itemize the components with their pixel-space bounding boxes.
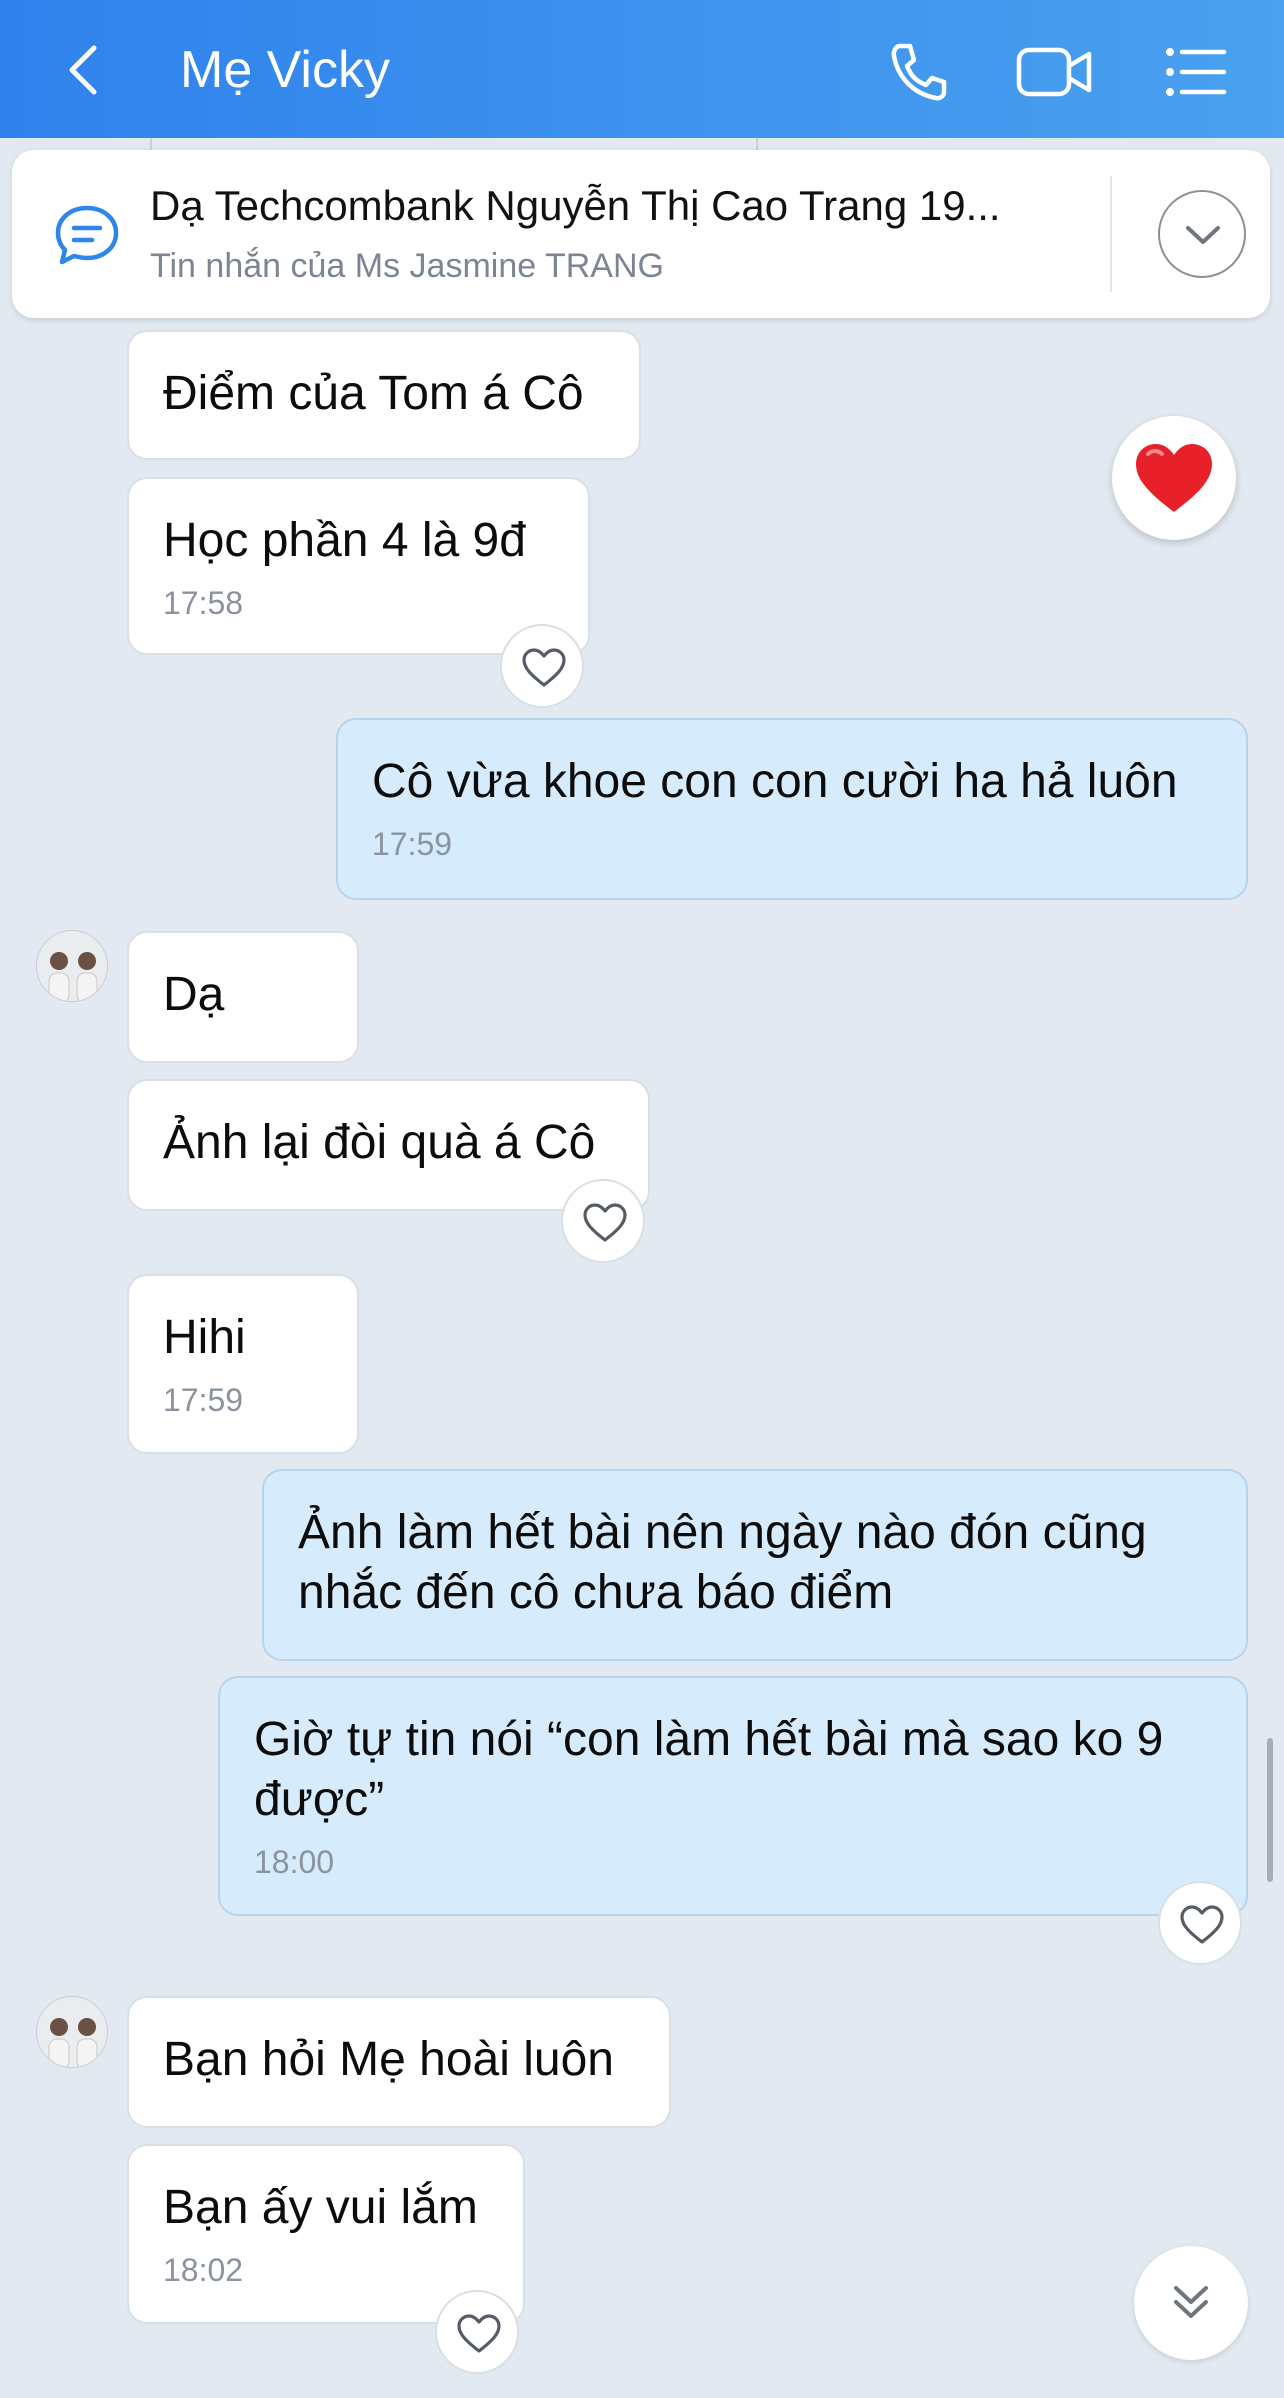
divider (150, 138, 152, 150)
scrollbar[interactable] (1267, 1738, 1273, 1882)
pinned-message-banner[interactable]: Dạ Techcombank Nguyễn Thị Cao Trang 19..… (12, 150, 1270, 318)
quick-heart-reaction[interactable] (1112, 416, 1236, 540)
pinned-message-text: Dạ Techcombank Nguyễn Thị Cao Trang 19..… (150, 182, 1001, 229)
heart-outline-icon (583, 1203, 627, 1242)
message-bubble[interactable]: Bạn hỏi Mẹ hoài luôn (127, 1996, 671, 2128)
chat-bubble-icon (52, 202, 122, 268)
message-text: Cô vừa khoe con con cười ha hả luôn (372, 755, 1178, 808)
message-text: Điểm của Tom á Cô (163, 367, 584, 420)
video-camera-icon (1016, 47, 1092, 97)
message-bubble[interactable]: Ảnh làm hết bài nên ngày nào đón cũng nh… (262, 1469, 1248, 1661)
message-text: Ảnh làm hết bài nên ngày nào đón cũng nh… (298, 1506, 1147, 1619)
options-menu-button[interactable] (1160, 36, 1232, 108)
chevron-left-icon (69, 45, 97, 95)
heart-outline-icon (522, 648, 566, 687)
double-chevron-down-icon (1174, 2286, 1208, 2318)
heart-outline-icon (457, 2314, 501, 2353)
react-button[interactable] (500, 624, 584, 708)
message-time: 18:02 (163, 2252, 244, 2288)
heart-icon (1136, 444, 1212, 512)
chat-header: Mẹ Vicky (0, 0, 1284, 138)
message-text: Dạ (163, 968, 225, 1021)
divider (756, 138, 758, 150)
chevron-down-icon (1186, 226, 1220, 244)
message-text: Bạn hỏi Mẹ hoài luôn (163, 2033, 614, 2086)
message-text: Học phần 4 là 9đ (163, 514, 526, 567)
message-bubble[interactable]: Học phần 4 là 9đ 17:58 (127, 477, 590, 655)
expand-pinned-button[interactable] (1158, 190, 1246, 278)
contact-name[interactable]: Mẹ Vicky (180, 38, 390, 102)
scroll-to-bottom-button[interactable] (1134, 2246, 1248, 2360)
react-button[interactable] (435, 2290, 519, 2374)
message-bubble[interactable]: Giờ tự tin nói “con làm hết bài mà sao k… (218, 1676, 1248, 1916)
pinned-message-sender: Tin nhắn của Ms Jasmine TRANG (150, 247, 664, 285)
message-time: 17:59 (372, 826, 453, 862)
message-bubble[interactable]: Dạ (127, 931, 359, 1063)
message-bubble[interactable]: Hihi 17:59 (127, 1274, 359, 1454)
avatar[interactable] (36, 1996, 108, 2068)
back-button[interactable] (56, 40, 116, 100)
list-menu-icon (1166, 48, 1227, 96)
message-time: 18:00 (254, 1844, 335, 1880)
message-time: 17:58 (163, 585, 244, 621)
message-bubble[interactable]: Điểm của Tom á Cô (127, 330, 641, 460)
divider (1110, 176, 1112, 292)
video-call-button[interactable] (1015, 36, 1092, 108)
avatar[interactable] (36, 930, 108, 1002)
message-text: Ảnh lại đòi quà á Cô (163, 1116, 596, 1169)
message-bubble[interactable]: Cô vừa khoe con con cười ha hả luôn 17:5… (336, 718, 1248, 900)
message-text: Hihi (163, 1311, 246, 1364)
react-button[interactable] (561, 1179, 645, 1263)
phone-icon (891, 43, 947, 101)
message-text: Bạn ấy vui lắm (163, 2181, 478, 2234)
react-button[interactable] (1158, 1881, 1242, 1965)
message-time: 17:59 (163, 1382, 244, 1418)
message-text: Giờ tự tin nói “con làm hết bài mà sao k… (254, 1713, 1164, 1826)
call-button[interactable] (882, 36, 954, 108)
heart-outline-icon (1180, 1905, 1224, 1944)
